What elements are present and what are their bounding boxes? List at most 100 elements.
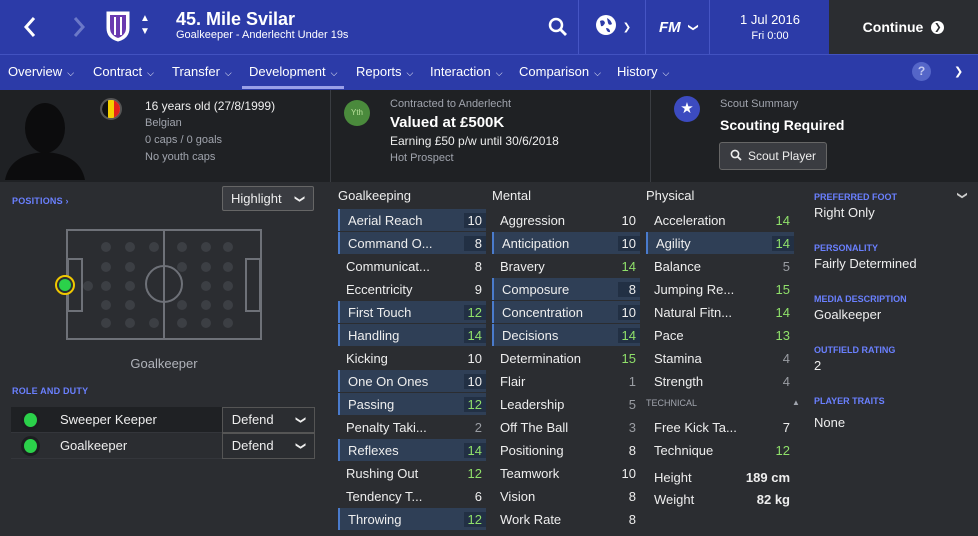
attribute-row[interactable]: Reflexes 14 xyxy=(338,439,486,461)
attribute-value: 10 xyxy=(467,350,482,366)
forward-arrow-icon[interactable] xyxy=(60,0,98,54)
attribute-value: 15 xyxy=(775,281,790,297)
attribute-row[interactable]: Aerial Reach 10 xyxy=(338,209,486,231)
attribute-value: 1 xyxy=(628,373,636,389)
header-divider xyxy=(578,0,579,54)
attribute-row[interactable]: First Touch 12 xyxy=(338,301,486,323)
attribute-row[interactable]: Rushing Out 12 xyxy=(338,462,486,484)
player-switcher[interactable]: ▲ ▼ xyxy=(138,12,152,38)
attribute-row[interactable]: Penalty Taki... 2 xyxy=(338,416,486,438)
attribute-row[interactable]: Throwing 12 xyxy=(338,508,486,530)
tab-interaction[interactable]: Interaction ⌵ xyxy=(430,55,503,89)
attribute-row[interactable]: Strength 4 xyxy=(646,370,794,392)
attribute-row[interactable]: Teamwork 10 xyxy=(492,462,640,484)
attribute-name: Decisions xyxy=(502,327,559,343)
attribute-row[interactable]: Handling 14 xyxy=(338,324,486,346)
player-earning: Earning £50 p/w until 30/6/2018 xyxy=(390,134,559,148)
attribute-row[interactable]: Jumping Re... 15 xyxy=(646,278,794,300)
chevron-down-icon: ❯ xyxy=(294,441,306,450)
tab-history[interactable]: History ⌵ xyxy=(617,55,669,89)
header-divider xyxy=(645,0,646,54)
attribute-row[interactable]: Balance 5 xyxy=(646,255,794,277)
highlight-dropdown[interactable]: Highlight ❯ xyxy=(222,186,314,211)
attribute-row[interactable]: Tendency T... 6 xyxy=(338,485,486,507)
tab-contract[interactable]: Contract ⌵ xyxy=(93,55,154,89)
attribute-row[interactable]: Acceleration 14 xyxy=(646,209,794,231)
chevron-down-icon[interactable]: ▼ xyxy=(138,25,152,38)
attribute-row[interactable]: Free Kick Ta... 7 xyxy=(646,416,794,438)
attribute-row[interactable]: Command O... 8 xyxy=(338,232,486,254)
attribute-name: Off The Ball xyxy=(500,419,569,435)
help-icon[interactable]: ? xyxy=(912,62,931,81)
game-date[interactable]: 1 Jul 2016 Fri 0:00 xyxy=(710,0,830,54)
attribute-value: 6 xyxy=(474,488,482,504)
attribute-value: 9 xyxy=(474,281,482,297)
chevron-down-icon: ⌵ xyxy=(224,68,232,78)
attribute-row[interactable]: Composure 8 xyxy=(492,278,640,300)
club-crest-icon[interactable] xyxy=(105,10,131,42)
collapse-icon[interactable]: ▲ xyxy=(792,398,800,407)
role-row[interactable]: Goalkeeper Defend ❯ xyxy=(11,432,315,459)
attribute-value: 8 xyxy=(618,281,640,297)
tab-transfer[interactable]: Transfer ⌵ xyxy=(172,55,232,89)
contract-info: Contracted to Anderlecht Valued at £500K… xyxy=(390,96,559,167)
attribute-row[interactable]: Pace 13 xyxy=(646,324,794,346)
attribute-row[interactable]: Aggression 10 xyxy=(492,209,640,231)
attribute-row[interactable]: Technique 12 xyxy=(646,439,794,461)
attribute-row[interactable]: Anticipation 10 xyxy=(492,232,640,254)
duty-dropdown[interactable]: Defend ❯ xyxy=(221,406,315,433)
search-icon[interactable] xyxy=(538,0,578,54)
search-icon xyxy=(730,149,742,164)
player-value: Valued at £500K xyxy=(390,114,505,131)
attribute-value: 8 xyxy=(464,235,486,251)
contract-label: Contracted to Anderlecht xyxy=(390,98,512,110)
attribute-row[interactable]: Communicat... 8 xyxy=(338,255,486,277)
attribute-row[interactable]: Concentration 10 xyxy=(492,301,640,323)
continue-button[interactable]: Continue ❯ xyxy=(829,0,978,54)
fm-logo: FM xyxy=(658,18,681,36)
continue-label: Continue xyxy=(862,19,924,35)
attribute-row[interactable]: Bravery 14 xyxy=(492,255,640,277)
attribute-name: Rushing Out xyxy=(346,465,419,481)
attribute-name: Communicat... xyxy=(346,258,430,274)
attribute-row[interactable]: Decisions 14 xyxy=(492,324,640,346)
globe-menu[interactable]: ❯ xyxy=(588,0,638,54)
fm-menu[interactable]: FM ❯ xyxy=(648,0,708,54)
tab-overview[interactable]: Overview ⌵ xyxy=(8,55,74,89)
attribute-row[interactable]: Passing 12 xyxy=(338,393,486,415)
attribute-row[interactable]: Stamina 4 xyxy=(646,347,794,369)
role-row[interactable]: Sweeper Keeper Defend ❯ xyxy=(11,406,315,433)
attribute-row[interactable]: Eccentricity 9 xyxy=(338,278,486,300)
attribute-name: Tendency T... xyxy=(346,488,423,504)
goalkeeper-position-marker[interactable] xyxy=(55,275,75,295)
back-arrow-icon[interactable] xyxy=(0,0,60,54)
attribute-row[interactable]: Leadership 5 xyxy=(492,393,640,415)
mental-header: Mental xyxy=(492,188,532,203)
attribute-name: Leadership xyxy=(500,396,565,412)
attribute-name: Technique xyxy=(654,442,714,458)
attribute-name: Passing xyxy=(348,396,395,412)
attribute-name: Strength xyxy=(654,373,704,389)
more-menu-chevron-icon[interactable]: ❯ xyxy=(954,55,963,89)
chevron-down-icon[interactable]: ❯ xyxy=(957,191,968,199)
attribute-name: Composure xyxy=(502,281,570,297)
player-youth-caps: No youth caps xyxy=(145,151,216,163)
attribute-row[interactable]: Kicking 10 xyxy=(338,347,486,369)
attribute-row[interactable]: One On Ones 10 xyxy=(338,370,486,392)
tab-development[interactable]: Development ⌵ xyxy=(242,55,345,89)
attribute-row[interactable]: Off The Ball 3 xyxy=(492,416,640,438)
attribute-row[interactable]: Agility 14 xyxy=(646,232,794,254)
attribute-row[interactable]: Flair 1 xyxy=(492,370,640,392)
top-header: ▲ ▼ 45. Mile Svilar Goalkeeper - Anderle… xyxy=(0,0,978,54)
scout-player-button[interactable]: Scout Player xyxy=(719,142,827,170)
tab-comparison[interactable]: Comparison ⌵ xyxy=(519,55,601,89)
tab-reports[interactable]: Reports ⌵ xyxy=(356,55,413,89)
attribute-row[interactable]: Vision 8 xyxy=(492,485,640,507)
chevron-up-icon[interactable]: ▲ xyxy=(138,12,152,25)
attribute-row[interactable]: Determination 15 xyxy=(492,347,640,369)
attribute-row[interactable]: Work Rate 8 xyxy=(492,508,640,530)
positions-label[interactable]: POSITIONS › xyxy=(12,196,69,206)
attribute-row[interactable]: Positioning 8 xyxy=(492,439,640,461)
duty-dropdown[interactable]: Defend ❯ xyxy=(221,432,315,459)
attribute-row[interactable]: Natural Fitn... 14 xyxy=(646,301,794,323)
